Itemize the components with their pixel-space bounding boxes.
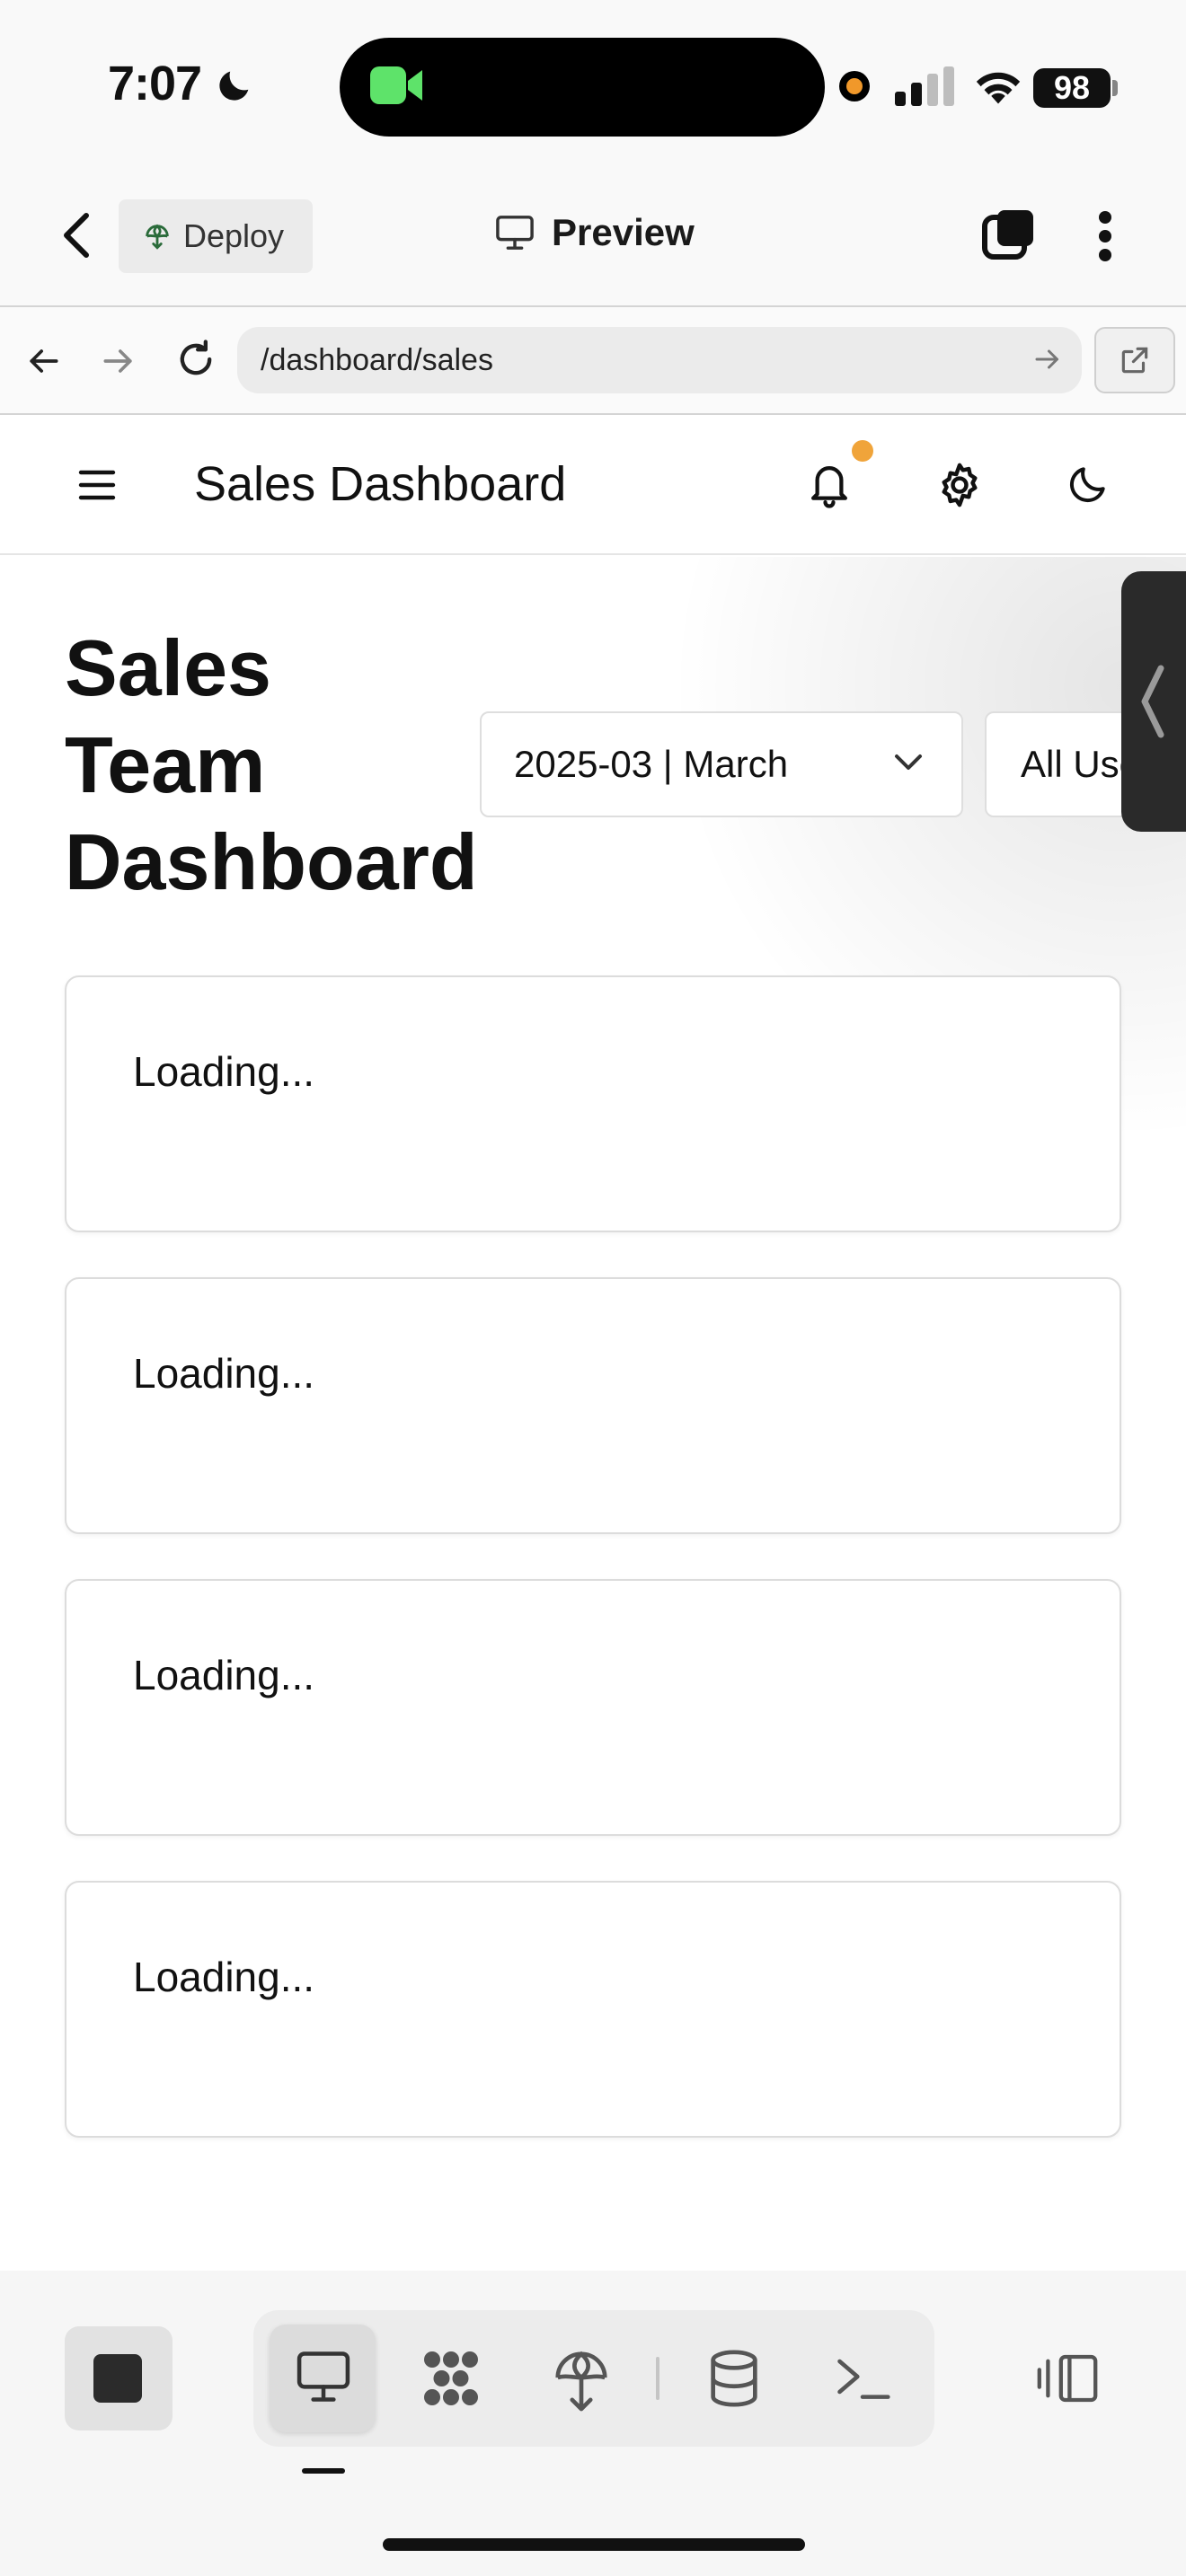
workflow-icon[interactable] (419, 2346, 483, 2411)
deploy-label: Deploy (183, 217, 285, 254)
toolbar-divider (656, 2357, 659, 2400)
facetime-icon (370, 66, 422, 104)
app-title: Sales Dashboard (194, 457, 567, 511)
monitor-icon (496, 216, 534, 250)
tabs-icon[interactable] (979, 207, 1037, 264)
loading-card: Loading... (65, 975, 1121, 1232)
wifi-icon (976, 72, 1021, 104)
loading-card: Loading... (65, 1277, 1121, 1534)
external-link-icon (1121, 347, 1148, 374)
monitor-icon[interactable] (293, 2346, 354, 2407)
stop-button[interactable] (65, 2326, 173, 2430)
month-select[interactable]: 2025-03 | March (480, 711, 963, 817)
menu-icon[interactable] (77, 467, 117, 503)
page-title: Sales Team Dashboard (65, 623, 478, 906)
home-indicator (383, 2538, 805, 2551)
loading-card: Loading... (65, 1579, 1121, 1836)
preview-title: Preview (494, 211, 695, 254)
terminal-icon[interactable] (832, 2346, 893, 2407)
database-icon[interactable] (703, 2346, 766, 2411)
notification-badge (852, 440, 873, 462)
month-select-value: 2025-03 | March (514, 743, 789, 785)
moon-icon (219, 71, 249, 101)
loading-card: Loading... (65, 1881, 1121, 2138)
battery-indicator: 98 (1033, 68, 1111, 108)
panel-toggle-icon[interactable] (1035, 2351, 1100, 2405)
app-navbar (0, 415, 1186, 555)
back-icon[interactable] (54, 208, 99, 262)
deploy-icon (146, 224, 169, 250)
chevron-left-icon (1141, 665, 1164, 738)
deploy-icon[interactable] (550, 2346, 613, 2414)
gear-icon[interactable] (934, 460, 985, 510)
card-loading-text: Loading... (133, 1652, 315, 1698)
url-input[interactable] (237, 327, 1082, 393)
chevron-down-icon (895, 754, 922, 770)
browser-back-icon[interactable] (23, 341, 63, 381)
battery-tip (1112, 80, 1118, 96)
stop-icon (93, 2354, 142, 2403)
more-options-icon[interactable] (1087, 208, 1123, 264)
browser-forward-icon[interactable] (99, 341, 138, 381)
bell-icon[interactable] (805, 458, 854, 510)
open-external-button[interactable] (1094, 327, 1175, 393)
card-loading-text: Loading... (133, 1350, 315, 1397)
cellular-signal-icon (895, 66, 954, 106)
go-arrow-icon[interactable] (1031, 343, 1064, 375)
preview-label: Preview (552, 211, 695, 253)
deploy-button[interactable]: Deploy (119, 199, 313, 273)
reload-icon[interactable] (173, 336, 219, 383)
recording-indicator (839, 71, 870, 101)
theme-toggle-icon[interactable] (1066, 462, 1111, 507)
card-loading-text: Loading... (133, 1954, 315, 2000)
status-time: 7:07 (108, 57, 202, 110)
card-loading-text: Loading... (133, 1048, 315, 1095)
active-tab-indicator (302, 2468, 345, 2474)
